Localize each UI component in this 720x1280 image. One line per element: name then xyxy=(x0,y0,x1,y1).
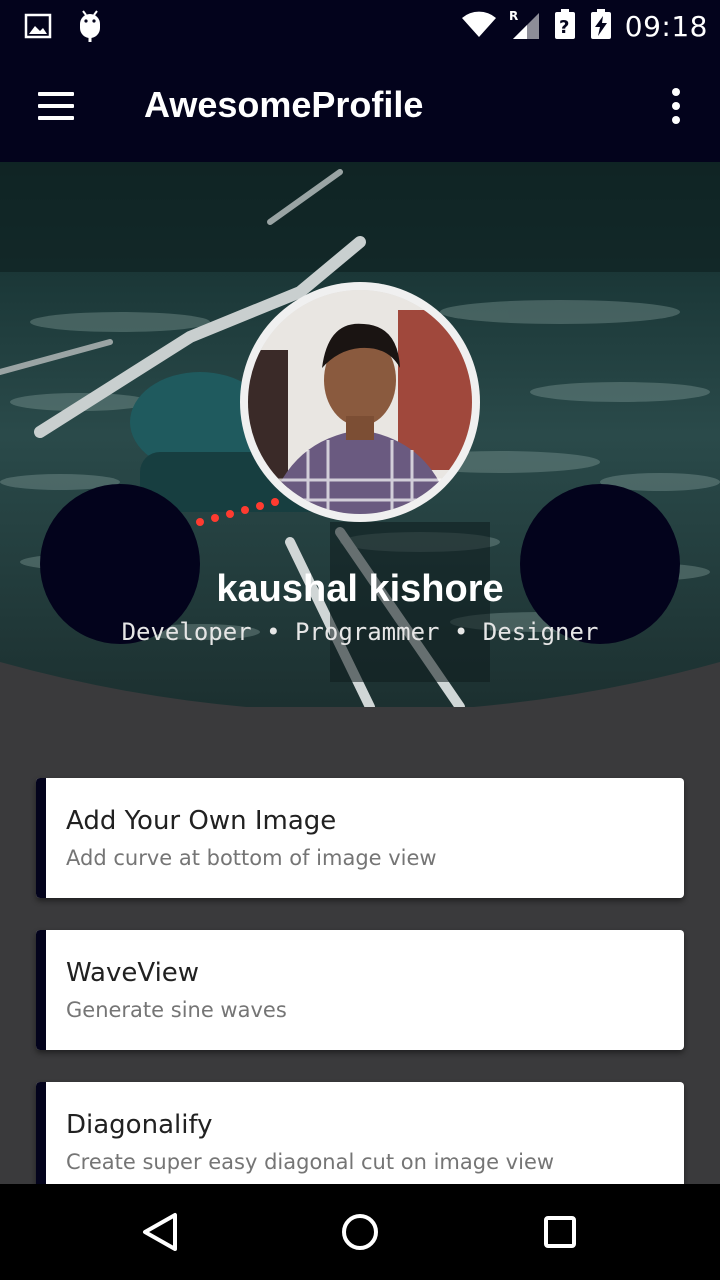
app-title: AwesomeProfile xyxy=(144,84,424,125)
image-notification-icon xyxy=(24,12,52,44)
svg-text:?: ? xyxy=(559,17,569,38)
avatar xyxy=(248,290,472,514)
card-title: WaveView xyxy=(66,958,200,988)
card-accent xyxy=(36,930,46,1050)
card-diagonalify[interactable]: Diagonalify Create super easy diagonal c… xyxy=(36,1082,684,1184)
profile-name: kaushal kishore xyxy=(216,568,504,610)
back-triangle-icon[interactable] xyxy=(132,1208,188,1256)
status-time: 09:18 xyxy=(624,9,708,43)
card-subtitle: Create super easy diagonal cut on image … xyxy=(66,1150,555,1174)
card-waveview[interactable]: WaveView Generate sine waves xyxy=(36,930,684,1050)
card-subtitle: Add curve at bottom of image view xyxy=(66,846,437,870)
cell-signal-roaming-icon: R xyxy=(509,8,541,44)
profile-avatar[interactable] xyxy=(240,282,480,522)
card-accent xyxy=(36,1082,46,1184)
recents-square-icon[interactable] xyxy=(532,1208,588,1256)
status-bar: R ? 09:18 xyxy=(0,0,720,50)
battery-charging-icon xyxy=(589,8,613,44)
android-debug-icon xyxy=(78,10,102,46)
card-title: Add Your Own Image xyxy=(66,806,337,836)
app-bar: AwesomeProfile xyxy=(0,50,720,162)
home-circle-icon[interactable] xyxy=(332,1208,388,1256)
wifi-icon xyxy=(461,10,497,42)
svg-text:R: R xyxy=(509,9,518,23)
battery-unknown-icon: ? xyxy=(553,8,577,44)
card-accent xyxy=(36,778,46,898)
card-subtitle: Generate sine waves xyxy=(66,998,287,1022)
profile-roles: Developer • Programmer • Designer xyxy=(121,618,599,646)
card-title: Diagonalify xyxy=(66,1110,213,1140)
more-vert-icon[interactable] xyxy=(652,80,700,132)
navigation-bar xyxy=(0,1184,720,1280)
card-add-your-own-image[interactable]: Add Your Own Image Add curve at bottom o… xyxy=(36,778,684,898)
main-content: kaushal kishore Developer • Programmer •… xyxy=(0,162,720,1184)
hamburger-menu-icon[interactable] xyxy=(22,80,90,132)
